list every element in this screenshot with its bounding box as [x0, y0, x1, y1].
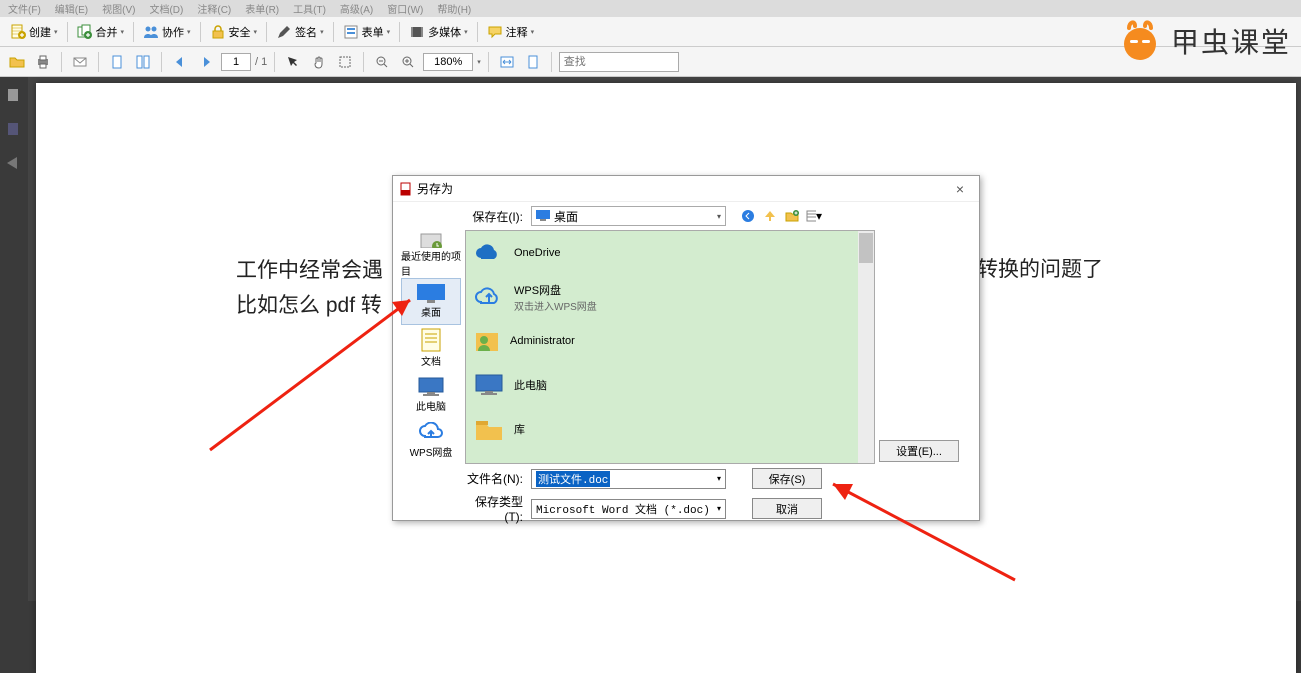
menu-view[interactable]: 视图(V): [102, 1, 135, 16]
save-location-combo[interactable]: 桌面 ▾: [531, 206, 726, 226]
beetle-icon: [1117, 18, 1163, 64]
save-as-dialog: 另存为 × 保存在(I): 桌面 ▾ ▾ 最近使用的项目 桌面: [392, 175, 980, 521]
bookmarks-panel-icon[interactable]: [5, 121, 23, 139]
pointer-icon[interactable]: [282, 51, 304, 73]
file-list[interactable]: OneDrive WPS网盘双击进入WPS网盘 Administrator 此电…: [465, 230, 875, 464]
user-folder-icon: [474, 327, 500, 355]
close-icon[interactable]: ×: [947, 181, 973, 197]
pc-icon: [474, 373, 504, 397]
filetype-label: 保存类型(T):: [463, 493, 523, 524]
place-recent[interactable]: 最近使用的项目: [401, 230, 461, 278]
brand-logo: 甲虫课堂: [1117, 17, 1291, 64]
place-wps-disk[interactable]: WPS网盘: [401, 418, 461, 464]
back-icon[interactable]: [740, 208, 756, 224]
form-icon: [343, 24, 359, 40]
save-in-label: 保存在(I):: [463, 208, 523, 225]
page-total: / 1: [255, 56, 267, 68]
save-button[interactable]: 保存(S): [752, 468, 822, 489]
places-bar: 最近使用的项目 桌面 文档 此电脑 WPS网盘: [401, 230, 461, 464]
scrollbar[interactable]: [858, 231, 874, 463]
doc-new-icon: [10, 24, 26, 40]
zoom-out-icon[interactable]: [371, 51, 393, 73]
list-item: OneDrive: [466, 231, 874, 275]
place-documents[interactable]: 文档: [401, 325, 461, 371]
page-one-icon[interactable]: [106, 51, 128, 73]
open-icon[interactable]: [6, 51, 28, 73]
menu-edit[interactable]: 编辑(E): [55, 1, 88, 16]
zoom-level-input[interactable]: [423, 53, 473, 71]
list-item: WPS网盘双击进入WPS网盘: [466, 275, 874, 319]
collab-button[interactable]: 协作▾: [139, 22, 195, 42]
merge-button[interactable]: 合并▾: [73, 22, 129, 42]
cancel-button[interactable]: 取消: [752, 498, 822, 519]
menu-help[interactable]: 帮助(H): [437, 1, 471, 16]
toolbar-secondary: / 1 ▾: [0, 47, 1301, 77]
print-icon[interactable]: [32, 51, 54, 73]
list-item: 此电脑: [466, 363, 874, 407]
brand-text: 甲虫课堂: [1171, 21, 1291, 61]
menu-form[interactable]: 表单(R): [245, 1, 279, 16]
pdf-icon: [399, 182, 413, 196]
onedrive-icon: [474, 242, 504, 264]
pages-panel-icon[interactable]: [5, 87, 23, 105]
multimedia-button[interactable]: 多媒体▾: [405, 22, 472, 42]
place-this-pc[interactable]: 此电脑: [401, 371, 461, 417]
menu-document[interactable]: 文档(D): [149, 1, 183, 16]
attachments-panel-icon[interactable]: [5, 155, 23, 173]
secure-button[interactable]: 安全▾: [206, 22, 262, 42]
list-item: 库: [466, 407, 874, 451]
library-icon: [474, 416, 504, 442]
dialog-title: 另存为: [417, 180, 453, 197]
fit-page-icon[interactable]: [522, 51, 544, 73]
filetype-combo[interactable]: Microsoft Word 文档 (*.doc)▾: [531, 499, 726, 519]
fit-width-icon[interactable]: [496, 51, 518, 73]
people-icon: [143, 24, 159, 40]
speech-icon: [487, 24, 503, 40]
hand-icon[interactable]: [308, 51, 330, 73]
cloud-upload-icon: [474, 284, 504, 310]
sign-button[interactable]: 签名▾: [272, 22, 328, 42]
find-input[interactable]: [559, 52, 679, 72]
prev-page-icon[interactable]: [169, 51, 191, 73]
marquee-icon[interactable]: [334, 51, 356, 73]
menu-file[interactable]: 文件(F): [8, 1, 41, 16]
merge-icon: [77, 24, 93, 40]
menu-tool[interactable]: 工具(T): [293, 1, 326, 16]
zoom-in-icon[interactable]: [397, 51, 419, 73]
page-current-input[interactable]: [221, 53, 251, 71]
view-menu-icon[interactable]: ▾: [806, 208, 822, 224]
menu-advanced[interactable]: 高级(A): [340, 1, 373, 16]
email-icon[interactable]: [69, 51, 91, 73]
list-item: Administrator: [466, 319, 874, 363]
menu-window[interactable]: 窗口(W): [387, 1, 423, 16]
settings-button[interactable]: 设置(E)...: [879, 440, 959, 462]
up-icon[interactable]: [762, 208, 778, 224]
menu-comment[interactable]: 注释(C): [197, 1, 231, 16]
film-icon: [409, 24, 425, 40]
toolbar-primary: 创建▾ 合并▾ 协作▾ 安全▾ 签名▾ 表单▾ 多媒体▾ 注释▾ 甲虫课堂: [0, 17, 1301, 47]
annotate-button[interactable]: 注释▾: [483, 22, 539, 42]
side-toolbar: [0, 77, 28, 601]
menu-bar: 文件(F) 编辑(E) 视图(V) 文档(D) 注释(C) 表单(R) 工具(T…: [0, 0, 1301, 17]
next-page-icon[interactable]: [195, 51, 217, 73]
create-button[interactable]: 创建▾: [6, 22, 62, 42]
document-body-text: 工作中经常会遇式转换的问题了 比如怎么 pdf 转: [236, 253, 383, 323]
filename-label: 文件名(N):: [463, 470, 523, 487]
lock-icon: [210, 24, 226, 40]
new-folder-icon[interactable]: [784, 208, 800, 224]
pen-icon: [276, 24, 292, 40]
page-two-icon[interactable]: [132, 51, 154, 73]
filename-combo[interactable]: 测试文件.doc▾: [531, 469, 726, 489]
form-button[interactable]: 表单▾: [339, 22, 395, 42]
desktop-mini-icon: [536, 210, 550, 222]
place-desktop[interactable]: 桌面: [401, 278, 461, 325]
